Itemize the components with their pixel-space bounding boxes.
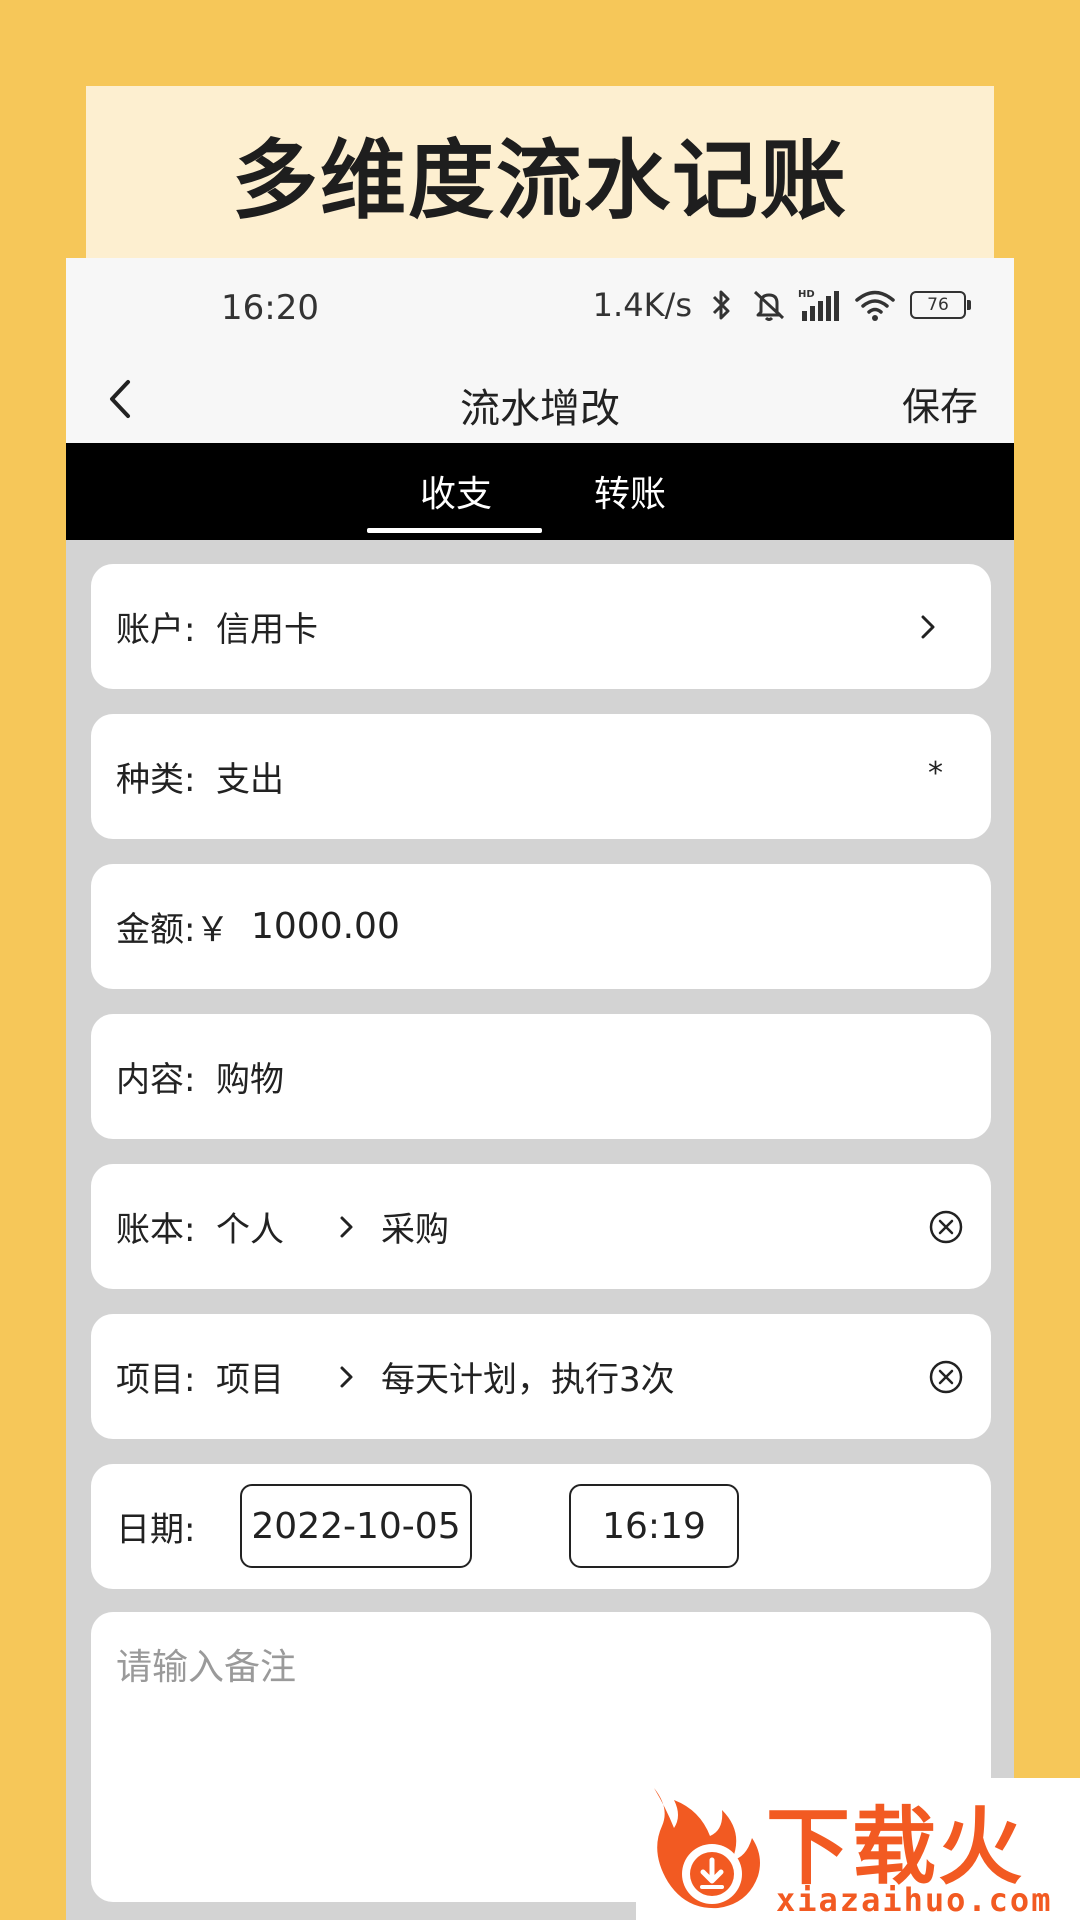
ledger-row[interactable]: 账本: 个人 采购 bbox=[91, 1164, 991, 1289]
active-tab-indicator bbox=[367, 528, 542, 533]
status-time: 16:20 bbox=[221, 288, 319, 328]
nav-bar: 流水增改 保存 bbox=[66, 358, 1014, 443]
watermark-domain: xiazaihuo.com bbox=[776, 1881, 1053, 1919]
project-row[interactable]: 项目: 项目 每天计划，执行3次 bbox=[91, 1314, 991, 1439]
bluetooth-icon bbox=[702, 286, 740, 324]
amount-row[interactable]: 金额:￥ 1000.00 bbox=[91, 864, 991, 989]
project-parent: 项目 bbox=[216, 1360, 284, 1400]
date-row: 日期: 2022-10-05 16:19 bbox=[91, 1464, 991, 1589]
project-label: 项目: bbox=[116, 1360, 196, 1400]
save-button[interactable]: 保存 bbox=[902, 376, 978, 431]
page-title: 流水增改 bbox=[460, 386, 620, 432]
battery-icon: 76 bbox=[910, 291, 971, 319]
wifi-icon bbox=[854, 286, 896, 324]
svg-text:HD: HD bbox=[798, 289, 815, 300]
content-row[interactable]: 内容: 购物 bbox=[91, 1014, 991, 1139]
ledger-parent: 个人 bbox=[216, 1210, 284, 1250]
amount-input[interactable]: 1000.00 bbox=[251, 906, 400, 947]
mute-icon bbox=[750, 286, 788, 324]
category-label: 种类: bbox=[116, 760, 196, 800]
account-row[interactable]: 账户: 信用卡 bbox=[91, 564, 991, 689]
watermark: 下载火 xiazaihuo.com bbox=[636, 1778, 1080, 1920]
status-indicators: 1.4K/s HD 76 bbox=[592, 286, 971, 324]
banner-title: 多维度流水记账 bbox=[232, 130, 848, 231]
chevron-right-icon bbox=[333, 1363, 361, 1391]
ledger-child: 采购 bbox=[381, 1210, 449, 1250]
date-label: 日期: bbox=[116, 1510, 196, 1550]
category-value: 支出 bbox=[216, 760, 284, 800]
tab-income-expense[interactable]: 收支 bbox=[420, 465, 492, 517]
promo-banner: 多维度流水记账 bbox=[86, 86, 994, 258]
content-value[interactable]: 购物 bbox=[216, 1052, 284, 1101]
project-child: 每天计划，执行3次 bbox=[381, 1360, 675, 1400]
date-picker[interactable]: 2022-10-05 bbox=[240, 1484, 472, 1568]
tab-bar: 收支 转账 bbox=[66, 443, 1014, 540]
account-value: 信用卡 bbox=[216, 610, 318, 650]
required-marker: * bbox=[928, 756, 943, 791]
status-bar: 16:20 1.4K/s HD 76 bbox=[66, 258, 1014, 358]
clear-icon[interactable] bbox=[927, 1358, 965, 1396]
amount-label: 金额:￥ bbox=[116, 910, 230, 950]
clear-icon[interactable] bbox=[927, 1208, 965, 1246]
content-label: 内容: bbox=[116, 1060, 196, 1100]
chevron-right-icon bbox=[333, 1213, 361, 1241]
fire-download-icon bbox=[640, 1782, 766, 1916]
chevron-right-icon bbox=[913, 612, 943, 642]
account-label: 账户: bbox=[116, 610, 196, 650]
tab-transfer[interactable]: 转账 bbox=[594, 465, 666, 517]
category-row[interactable]: 种类: 支出 * bbox=[91, 714, 991, 839]
network-speed: 1.4K/s bbox=[592, 286, 692, 324]
phone-screen: 16:20 1.4K/s HD 76 流水增改 保存 收支 转账 账户: 信用卡… bbox=[66, 258, 1014, 1920]
ledger-label: 账本: bbox=[116, 1210, 196, 1250]
time-picker[interactable]: 16:19 bbox=[569, 1484, 739, 1568]
hd-signal-icon: HD bbox=[798, 286, 844, 324]
